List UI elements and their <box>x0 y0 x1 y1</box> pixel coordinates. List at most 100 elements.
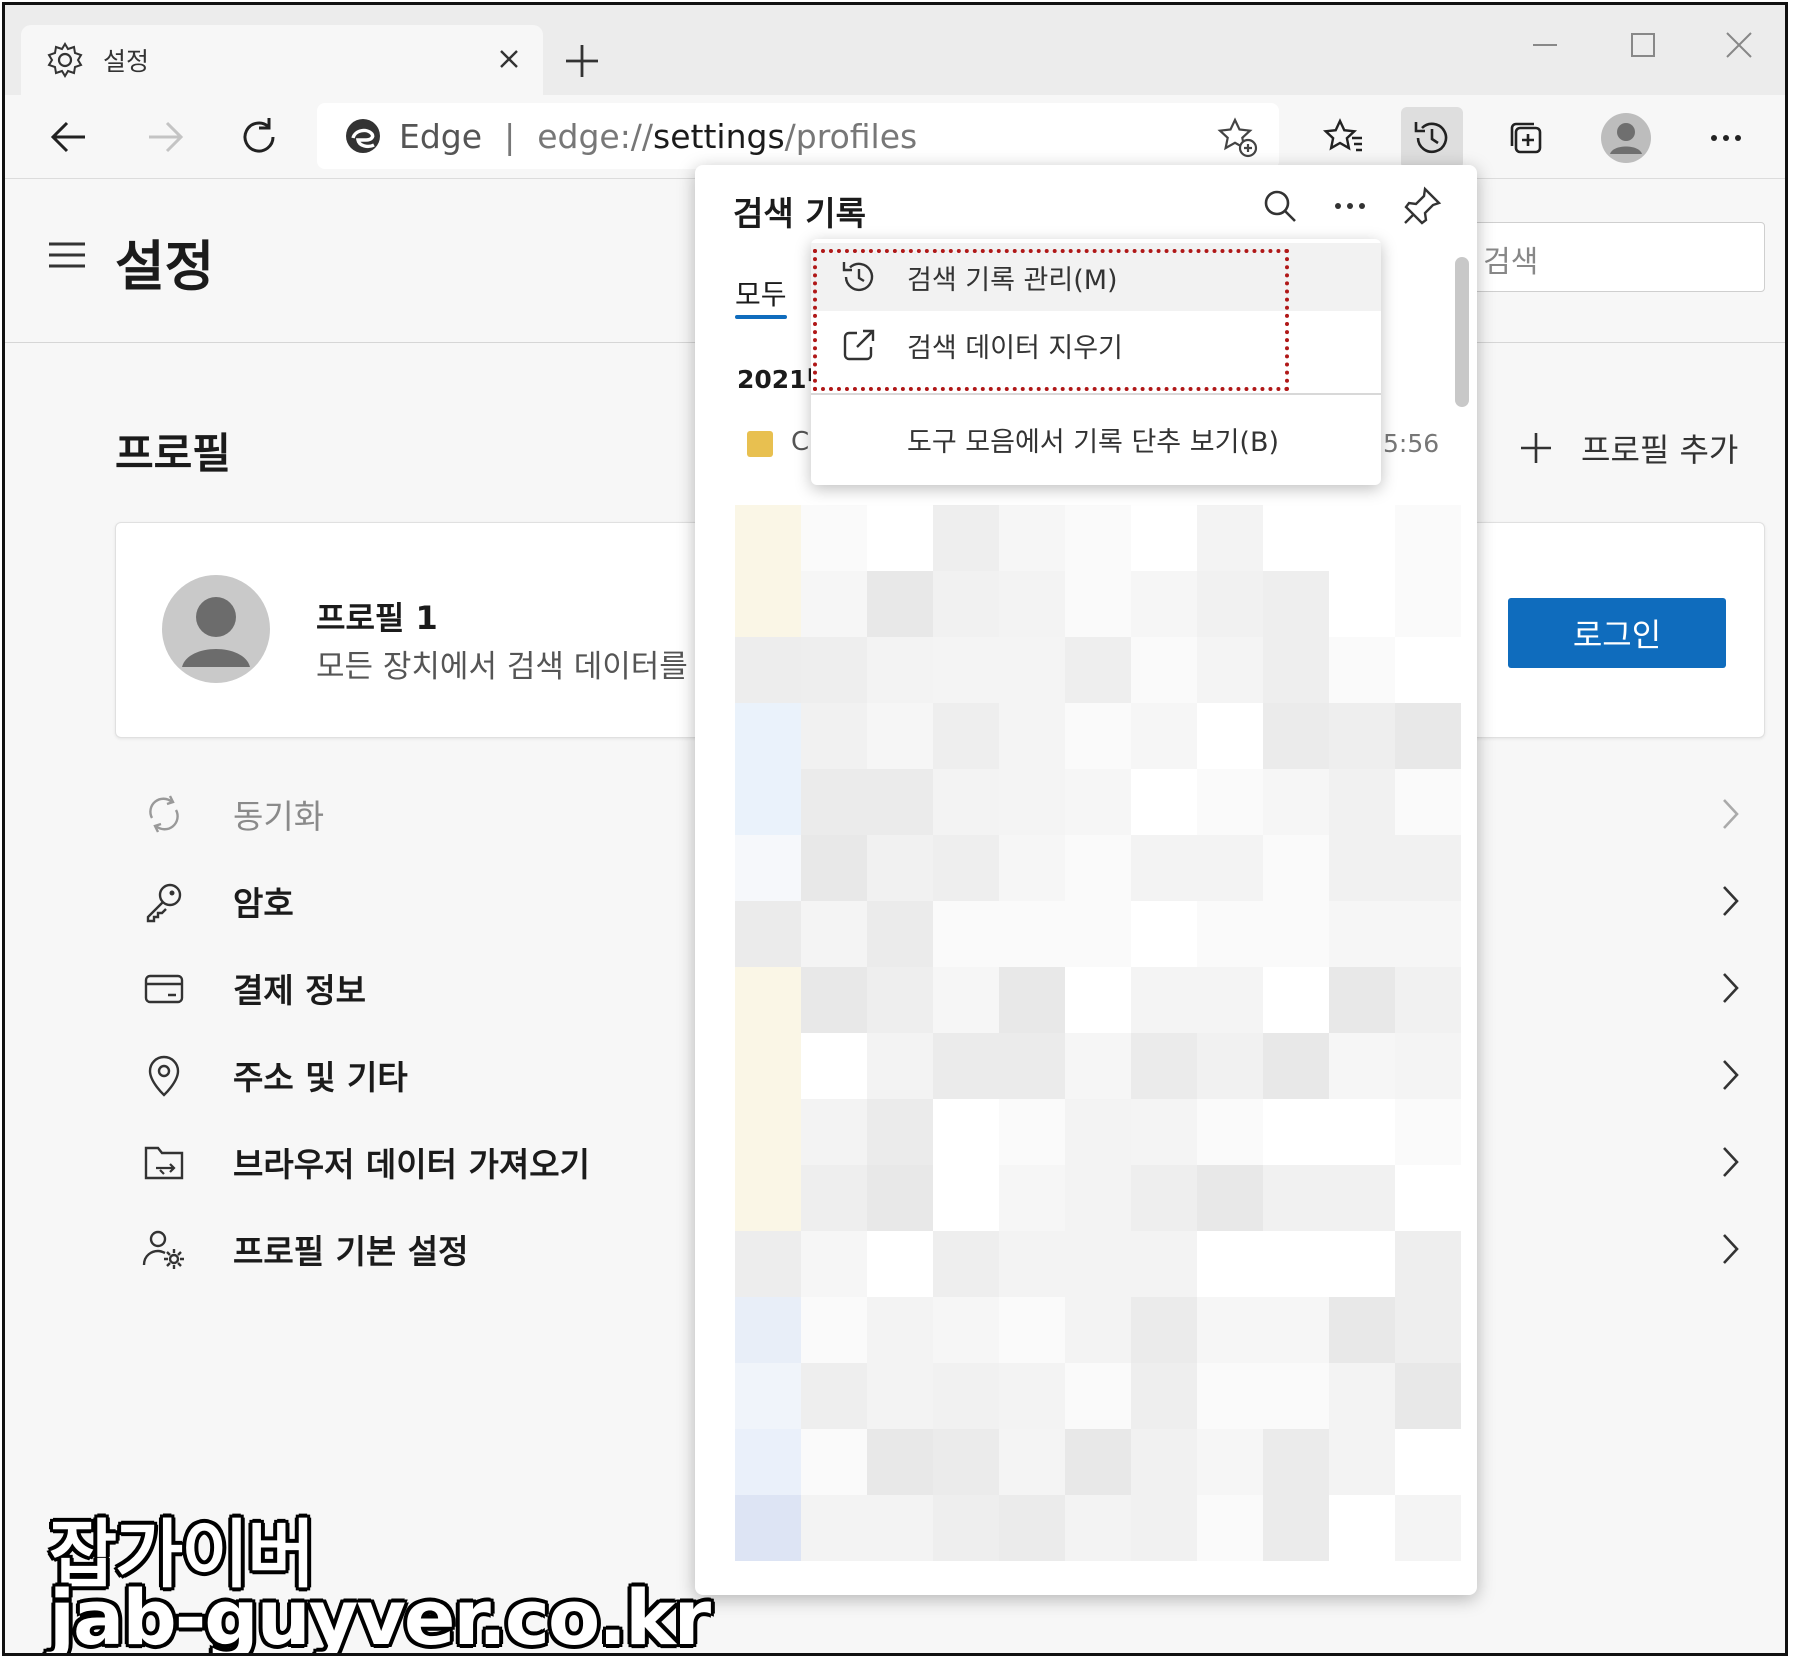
mosaic-cell <box>1263 1165 1329 1231</box>
mosaic-cell <box>1329 1495 1395 1561</box>
show-history-button-item[interactable]: 도구 모음에서 기록 단추 보기(B) <box>811 405 1381 473</box>
more-options-icon[interactable] <box>1695 107 1757 169</box>
mosaic-cell <box>1131 901 1197 967</box>
favorites-icon[interactable] <box>1313 107 1375 169</box>
mosaic-cell <box>1065 571 1131 637</box>
pixelated-history-list <box>735 505 1461 1561</box>
sync-icon <box>140 790 188 838</box>
mosaic-cell <box>867 835 933 901</box>
history-toolbar-icon[interactable] <box>1401 107 1463 169</box>
mosaic-cell <box>801 1495 867 1561</box>
mosaic-cell <box>801 1165 867 1231</box>
browser-window: 설정 Edge | edge://settings/profiles 설정 정 … <box>2 2 1788 1656</box>
mosaic-cell <box>1263 769 1329 835</box>
pin-icon[interactable] <box>1399 183 1445 229</box>
tab-settings[interactable]: 설정 <box>21 25 543 95</box>
profile-description: 모든 장치에서 검색 데이터를 <box>316 649 688 685</box>
mosaic-cell <box>1263 1033 1329 1099</box>
mosaic-cell <box>933 637 999 703</box>
mosaic-cell <box>735 703 801 769</box>
plus-icon <box>1517 429 1555 467</box>
maximize-icon[interactable] <box>1621 23 1665 67</box>
mosaic-cell <box>999 703 1065 769</box>
mosaic-cell <box>1131 1099 1197 1165</box>
mosaic-cell <box>1395 571 1461 637</box>
mosaic-cell <box>801 901 867 967</box>
mosaic-cell <box>1197 769 1263 835</box>
mosaic-cell <box>1131 1297 1197 1363</box>
mosaic-cell <box>801 571 867 637</box>
add-profile-label: 프로필 추가 <box>1581 431 1739 469</box>
chevron-right-icon <box>1715 1144 1745 1180</box>
mosaic-cell <box>1197 1165 1263 1231</box>
minimize-icon[interactable] <box>1523 23 1567 67</box>
more-options-icon[interactable] <box>1327 183 1373 229</box>
mosaic-cell <box>735 967 801 1033</box>
chevron-right-icon <box>1715 1057 1745 1093</box>
mosaic-cell <box>1131 1231 1197 1297</box>
mosaic-cell <box>801 967 867 1033</box>
mosaic-cell <box>735 637 801 703</box>
mosaic-cell <box>1131 967 1197 1033</box>
mosaic-cell <box>1263 967 1329 1033</box>
chevron-right-icon <box>1715 883 1745 919</box>
add-profile-button[interactable]: 프로필 추가 <box>1517 425 1738 471</box>
edge-label: Edge <box>399 116 483 156</box>
history-item-title[interactable]: C <box>791 427 809 457</box>
collections-icon[interactable] <box>1495 107 1557 169</box>
mosaic-cell <box>933 505 999 571</box>
mosaic-cell <box>999 769 1065 835</box>
scrollbar[interactable] <box>1455 257 1469 407</box>
mosaic-cell <box>735 1231 801 1297</box>
mosaic-cell <box>1065 1033 1131 1099</box>
login-button[interactable]: 로그인 <box>1508 598 1726 668</box>
mosaic-cell <box>867 703 933 769</box>
watermark-url: jab-guyver.co.kr <box>49 1573 711 1656</box>
mosaic-cell <box>999 637 1065 703</box>
mosaic-cell <box>1065 1363 1131 1429</box>
manage-history-item[interactable]: 검색 기록 관리(M) <box>811 243 1381 311</box>
new-tab-icon[interactable] <box>560 39 604 83</box>
mosaic-cell <box>999 1099 1065 1165</box>
mosaic-cell <box>801 1099 867 1165</box>
mosaic-cell <box>867 505 933 571</box>
mosaic-cell <box>1329 1099 1395 1165</box>
mosaic-cell <box>1395 835 1461 901</box>
refresh-icon[interactable] <box>235 113 283 161</box>
back-icon[interactable] <box>45 113 93 161</box>
menu-icon[interactable] <box>47 240 87 270</box>
menu-label: 주소 및 기타 <box>233 1057 408 1097</box>
location-icon <box>140 1051 188 1099</box>
menu-separator <box>811 393 1381 395</box>
mosaic-cell <box>1263 1231 1329 1297</box>
card-icon <box>140 964 188 1012</box>
mosaic-cell <box>1065 901 1131 967</box>
mosaic-cell <box>1329 637 1395 703</box>
search-icon[interactable] <box>1257 183 1303 229</box>
mosaic-cell <box>1263 901 1329 967</box>
close-window-icon[interactable] <box>1717 23 1761 67</box>
mosaic-cell <box>1263 1297 1329 1363</box>
open-external-icon <box>839 325 879 365</box>
mosaic-cell <box>1329 1297 1395 1363</box>
mosaic-cell <box>1065 1099 1131 1165</box>
edge-logo-icon <box>343 116 383 156</box>
mosaic-cell <box>1197 1033 1263 1099</box>
history-title: 검색 기록 <box>733 194 866 233</box>
tab-all[interactable]: 모두 <box>735 273 787 313</box>
clear-browsing-data-item[interactable]: 검색 데이터 지우기 <box>811 311 1381 379</box>
chevron-right-icon <box>1715 796 1745 832</box>
mosaic-cell <box>735 769 801 835</box>
mosaic-cell <box>1263 835 1329 901</box>
mosaic-cell <box>999 1231 1065 1297</box>
address-bar[interactable]: Edge | edge://settings/profiles <box>317 103 1279 169</box>
mosaic-cell <box>933 1033 999 1099</box>
close-tab-icon[interactable] <box>495 45 523 73</box>
add-favorite-icon[interactable] <box>1215 115 1259 159</box>
profile-avatar-icon[interactable] <box>1595 107 1657 169</box>
mosaic-cell <box>1329 1429 1395 1495</box>
mosaic-cell <box>933 1231 999 1297</box>
mosaic-cell <box>867 1297 933 1363</box>
mosaic-cell <box>1395 1429 1461 1495</box>
forward-icon[interactable] <box>141 113 189 161</box>
